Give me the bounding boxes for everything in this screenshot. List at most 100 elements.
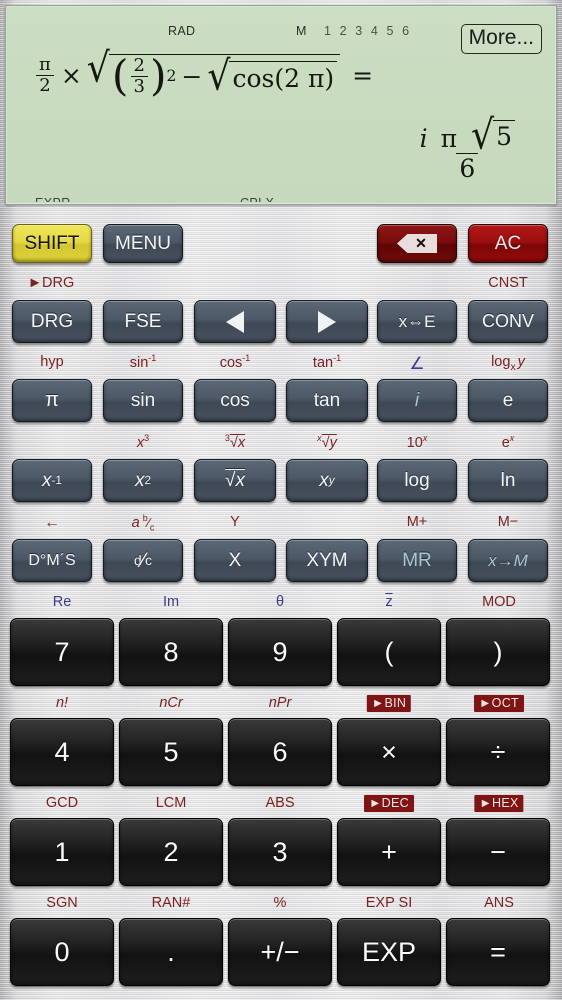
label-ten-to-x: 10x [407,434,428,451]
fraction-d-over-c-button[interactable]: d ⁄ c [103,539,183,582]
two-thirds-fraction: 2 3 [130,57,148,96]
label-text: cos [219,354,243,371]
dms-button[interactable]: D°M´S [12,539,92,582]
ac-button[interactable]: AC [468,224,548,263]
digit-0-button[interactable]: 0 [10,918,114,986]
digit-1-button[interactable]: 1 [10,818,114,886]
radical-group: √x [225,470,245,492]
label-text: sin [129,354,149,371]
square-root-button[interactable]: √x [194,459,276,502]
drg-button[interactable]: DRG [12,300,92,343]
variable-x-button[interactable]: X [194,539,276,582]
decimal-point-button[interactable]: . [119,918,223,986]
label-c: c [149,522,155,533]
euler-e-button[interactable]: e [468,379,548,422]
key-denominator: c [145,552,152,568]
result-numerator: i π √ 5 [417,114,518,155]
label-cube-root: 3√x [225,434,245,451]
result-i: i [419,124,428,153]
xym-button[interactable]: XYM [286,539,368,582]
digit-6-button[interactable]: 6 [228,718,332,786]
cos-button[interactable]: cos [194,379,276,422]
cursor-right-button[interactable] [286,300,368,343]
label-n-factorial: n! [56,695,68,711]
key-numerator: d [134,552,142,568]
close-paren-button[interactable]: ) [446,618,550,686]
display-screen: RAD M 1 2 3 4 5 6 More... π 2 × √ ( 2 3 … [8,8,554,202]
multiply-button[interactable]: × [337,718,441,786]
fse-button[interactable]: FSE [103,300,183,343]
backspace-icon: ✕ [397,234,437,253]
label-a: a [131,514,140,531]
label-text: nPr [268,695,292,711]
result-text: i π √ 5 6 [415,114,520,181]
tan-button[interactable]: tan [286,379,368,422]
label-angle: ∠ [409,354,425,373]
memory-recall-button[interactable]: MR [377,539,457,582]
fraction-denominator: 3 [130,76,148,96]
digit-7-button[interactable]: 7 [10,618,114,686]
cursor-left-button[interactable] [194,300,276,343]
label-hyp: hyp [40,354,64,370]
label-to-decimal: ►DEC [364,795,414,812]
label-m-plus: M+ [406,514,428,530]
label-gcd: GCD [45,795,79,811]
key-base: x [42,469,52,491]
conv-button[interactable]: CONV [468,300,548,343]
divide-button[interactable]: ÷ [446,718,550,786]
label-text: n! [55,695,69,711]
label-y: y [517,354,525,370]
x-swap-e-button[interactable]: x⇔E [377,300,457,343]
backspace-button[interactable]: ✕ [377,224,457,263]
digit-2-button[interactable]: 2 [119,818,223,886]
plus-button[interactable]: + [337,818,441,886]
digit-8-button[interactable]: 8 [119,618,223,686]
arrow-left-icon [226,310,244,333]
label-sup: -1 [333,353,342,363]
result-pi: π [440,124,458,153]
label-sub: x [510,361,516,373]
label-text: z [385,594,393,610]
label-abs: ABS [265,795,295,811]
menu-button[interactable]: MENU [103,224,183,263]
equals-button[interactable]: = [446,918,550,986]
label-m-minus: M− [497,514,519,530]
sin-button[interactable]: sin [103,379,183,422]
x-inverse-button[interactable]: x -1 [12,459,92,502]
more-button[interactable]: More... [460,24,542,55]
shift-button[interactable]: SHIFT [12,224,92,263]
label-theta: θ [275,594,285,610]
inner-square-root: √ cos(2 π) [207,55,338,95]
label-sup: x [509,433,515,443]
ln-button[interactable]: ln [468,459,548,502]
radical-sign: √ [225,469,236,491]
exponent-button[interactable]: EXP [337,918,441,986]
label-ncr: nCr [159,695,182,711]
minus-button[interactable]: − [446,818,550,886]
pi-over-two-fraction: π 2 [36,53,54,95]
log-button[interactable]: log [377,459,457,502]
outer-radicand: ( 2 3 ) 2 − √ cos(2 π) [108,54,341,97]
digit-3-button[interactable]: 3 [228,818,332,886]
sign-toggle-button[interactable]: +/− [228,918,332,986]
label-mod: MOD [482,594,516,610]
label-tan-inverse: tan-1 [313,354,341,371]
x-power-y-button[interactable]: xy [286,459,368,502]
label-sup: 3 [144,433,150,443]
pi-button[interactable]: π [12,379,92,422]
fraction-denominator: 2 [36,74,54,95]
digit-5-button[interactable]: 5 [119,718,223,786]
open-paren-button[interactable]: ( [337,618,441,686]
label-x: x [237,434,246,451]
digit-4-button[interactable]: 4 [10,718,114,786]
imaginary-i-button[interactable]: i [377,379,457,422]
minus-operator: − [181,62,203,91]
x-squared-button[interactable]: x2 [103,459,183,502]
label-radical: √x [230,435,245,451]
key-base: x [134,469,145,491]
digit-9-button[interactable]: 9 [228,618,332,686]
calculator-display: RAD M 1 2 3 4 5 6 More... π 2 × √ ( 2 3 … [5,5,557,205]
store-to-memory-button[interactable]: x→M [468,539,548,582]
memory-indicator: M [296,24,307,38]
fraction-numerator: π [39,53,51,75]
